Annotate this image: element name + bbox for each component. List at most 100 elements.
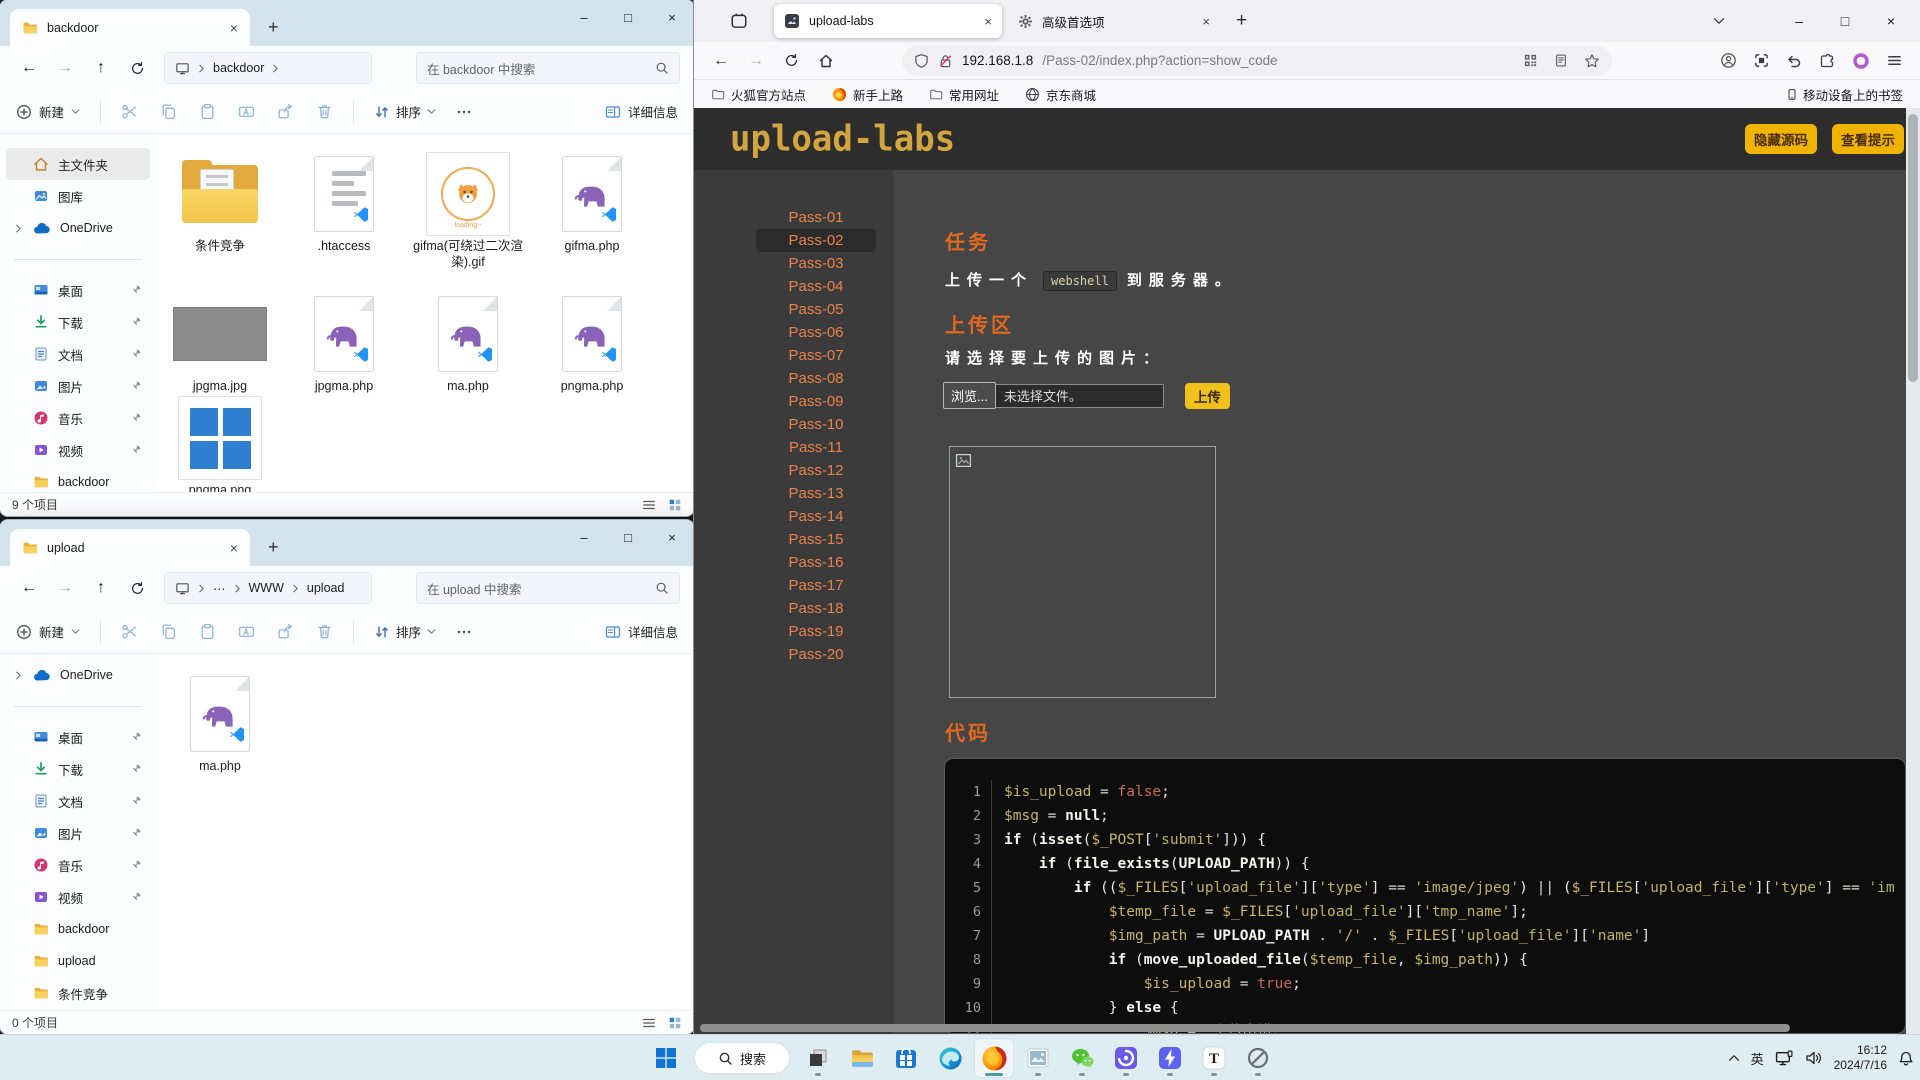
breadcrumb[interactable]: ⋯ WWW upload: [164, 572, 372, 604]
sidebar-item-桌面[interactable]: 桌面: [6, 721, 150, 753]
sidebar-item-图片[interactable]: 图片: [6, 817, 150, 849]
pass-link-Pass-14[interactable]: Pass-14: [756, 505, 876, 528]
sidebar-item-下载[interactable]: 下载: [6, 306, 150, 338]
taskbar-app-firefox[interactable]: [974, 1038, 1014, 1078]
pass-link-Pass-18[interactable]: Pass-18: [756, 597, 876, 620]
taskbar-search[interactable]: 搜索: [694, 1042, 790, 1074]
hidden-icons-chevron[interactable]: [1728, 1052, 1740, 1064]
header-button-查看提示[interactable]: 查看提示: [1832, 124, 1904, 154]
address-bar[interactable]: 192.168.1.8/Pass-02/index.php?action=sho…: [902, 45, 1612, 76]
pass-link-Pass-16[interactable]: Pass-16: [756, 551, 876, 574]
list-view-icon[interactable]: [642, 1016, 656, 1030]
qr-icon[interactable]: [1523, 53, 1538, 68]
profile-avatar[interactable]: [1852, 52, 1870, 70]
file-ma.php[interactable]: ma.php: [406, 292, 530, 394]
undo-icon[interactable]: [1786, 53, 1802, 69]
pass-link-Pass-19[interactable]: Pass-19: [756, 620, 876, 643]
maximize-button[interactable]: □: [1822, 1, 1868, 41]
sidebar-item-文档[interactable]: 文档: [6, 785, 150, 817]
breadcrumb-item[interactable]: upload: [307, 581, 345, 595]
account-icon[interactable]: [1720, 52, 1737, 69]
delete-icon[interactable]: [316, 623, 333, 640]
minimize-button[interactable]: –: [1776, 1, 1822, 41]
sidebar-item-upload[interactable]: upload: [6, 945, 150, 977]
tab-upload-labs[interactable]: upload-labs ×: [774, 4, 1002, 38]
ime-indicator[interactable]: 英: [1751, 1049, 1764, 1068]
bookmark-常用网址[interactable]: 常用网址: [929, 85, 999, 104]
search-box[interactable]: 在 backdoor 中搜索: [416, 52, 680, 84]
sidebar-item-图库[interactable]: 图库: [6, 180, 150, 212]
minimize-button[interactable]: –: [562, 520, 606, 554]
notifications-bell-icon[interactable]: [1898, 1050, 1914, 1067]
screenshot-icon[interactable]: [1754, 53, 1769, 68]
tab-close-icon[interactable]: ×: [1202, 15, 1210, 28]
paste-icon[interactable]: [199, 623, 216, 640]
forward-button[interactable]: →: [50, 573, 80, 603]
more-options-icon[interactable]: [456, 624, 472, 640]
minimize-button[interactable]: –: [562, 0, 606, 34]
file-pngma.php[interactable]: pngma.php: [530, 292, 654, 394]
taskbar-clock[interactable]: 16:12 2024/7/16: [1834, 1043, 1887, 1073]
volume-icon[interactable]: [1805, 1050, 1823, 1066]
pass-link-Pass-09[interactable]: Pass-09: [756, 390, 876, 413]
reader-mode-icon[interactable]: [1554, 53, 1568, 68]
sort-button[interactable]: 排序: [374, 102, 436, 121]
start-button[interactable]: [646, 1038, 686, 1078]
copy-icon[interactable]: [160, 103, 177, 120]
grid-view-icon[interactable]: [668, 498, 682, 512]
upload-button[interactable]: 上传: [1184, 382, 1230, 409]
more-options-icon[interactable]: [456, 104, 472, 120]
bookmark-新手上路[interactable]: 新手上路: [832, 85, 903, 104]
new-tab-button[interactable]: +: [268, 18, 279, 36]
sidebar-item-文档[interactable]: 文档: [6, 338, 150, 370]
sidebar-item-OneDrive[interactable]: OneDrive: [6, 659, 150, 691]
explorer-tab-backdoor[interactable]: backdoor ×: [10, 9, 250, 46]
bookmark-火狐官方站点[interactable]: 火狐官方站点: [711, 85, 806, 104]
sidebar-item-条件竞争[interactable]: 条件竞争: [6, 977, 150, 1009]
pass-link-Pass-13[interactable]: Pass-13: [756, 482, 876, 505]
paste-icon[interactable]: [199, 103, 216, 120]
share-icon[interactable]: [277, 623, 294, 640]
pass-link-Pass-12[interactable]: Pass-12: [756, 459, 876, 482]
up-button[interactable]: ↑: [86, 573, 116, 603]
taskbar-app-edge[interactable]: [930, 1038, 970, 1078]
taskbar-app-typora[interactable]: T: [1194, 1038, 1234, 1078]
close-button[interactable]: ×: [1868, 1, 1914, 41]
details-pane-button[interactable]: 详细信息: [605, 622, 678, 641]
header-button-隐藏源码[interactable]: 隐藏源码: [1745, 124, 1817, 154]
maximize-button[interactable]: □: [606, 520, 650, 554]
sort-button[interactable]: 排序: [374, 622, 436, 641]
cut-icon[interactable]: [121, 103, 138, 120]
delete-icon[interactable]: [316, 103, 333, 120]
taskbar-app-blocked[interactable]: [1238, 1038, 1278, 1078]
rename-icon[interactable]: [238, 623, 255, 640]
refresh-button[interactable]: [122, 573, 152, 603]
back-button[interactable]: ←: [14, 53, 44, 83]
home-button[interactable]: [811, 46, 841, 76]
forward-button[interactable]: →: [741, 46, 771, 76]
sidebar-item-下载[interactable]: 下载: [6, 753, 150, 785]
reload-button[interactable]: [776, 46, 806, 76]
forward-button[interactable]: →: [50, 53, 80, 83]
extensions-icon[interactable]: [1819, 53, 1835, 69]
sidebar-item-backdoor[interactable]: backdoor: [6, 913, 150, 945]
file-jpgma.jpg[interactable]: jpgma.jpg: [158, 292, 282, 394]
sidebar-item-音乐[interactable]: 音乐: [6, 402, 150, 434]
file-.htaccess[interactable]: .htaccess: [282, 152, 406, 254]
pass-link-Pass-01[interactable]: Pass-01: [756, 206, 876, 229]
pass-link-Pass-02[interactable]: Pass-02: [756, 229, 876, 252]
pass-link-Pass-07[interactable]: Pass-07: [756, 344, 876, 367]
list-view-icon[interactable]: [642, 498, 656, 512]
pass-link-Pass-06[interactable]: Pass-06: [756, 321, 876, 344]
close-button[interactable]: ×: [650, 520, 694, 554]
sidebar-item-音乐[interactable]: 音乐: [6, 849, 150, 881]
browse-button[interactable]: 浏览...: [943, 382, 996, 409]
pass-link-Pass-11[interactable]: Pass-11: [756, 436, 876, 459]
file-条件竞争[interactable]: 条件竞争: [158, 152, 282, 254]
taskbar-app-swirl[interactable]: [1106, 1038, 1146, 1078]
pass-link-Pass-15[interactable]: Pass-15: [756, 528, 876, 551]
explorer-tab-upload[interactable]: upload ×: [10, 529, 250, 566]
sidebar-item-图片[interactable]: 图片: [6, 370, 150, 402]
new-tab-button[interactable]: +: [268, 538, 279, 556]
taskbar-app-explorer[interactable]: [842, 1038, 882, 1078]
